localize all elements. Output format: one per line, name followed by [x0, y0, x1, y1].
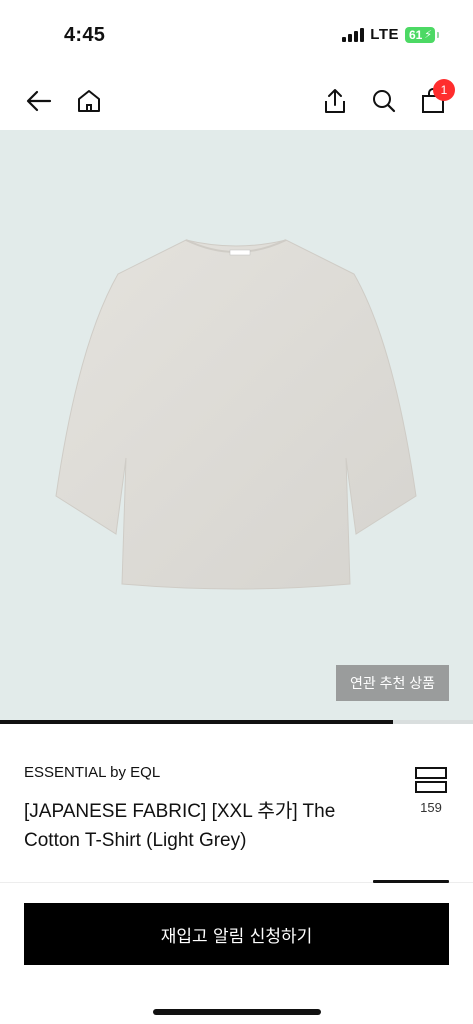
search-icon [373, 90, 396, 113]
status-bar: 4:45 LTE 61 ⚡ [0, 0, 473, 70]
signal-icon [342, 27, 365, 42]
product-image-carousel[interactable]: 연관 추천 상품 [0, 130, 473, 722]
home-icon [78, 90, 100, 112]
cart-count-badge: 1 [433, 79, 455, 101]
home-indicator [153, 1009, 321, 1015]
brand-name[interactable]: ESSENTIAL by EQL [24, 764, 160, 781]
home-button[interactable] [74, 86, 104, 116]
network-type: LTE [370, 26, 399, 43]
battery-level: 61 [409, 27, 423, 42]
restock-alert-button[interactable]: 재입고 알림 신청하기 [24, 903, 449, 965]
back-button[interactable] [24, 86, 54, 116]
search-button[interactable] [369, 86, 399, 116]
wishlist-icon[interactable] [415, 767, 447, 793]
t-shirt-image [55, 239, 417, 590]
carousel-progress [0, 720, 473, 724]
tab-indicator [373, 880, 449, 883]
arrow-left-icon [26, 90, 52, 112]
carousel-progress-fill [0, 720, 393, 724]
battery-icon: 61 ⚡ [405, 26, 439, 43]
wishlist-count: 159 [420, 800, 442, 815]
share-button[interactable] [320, 86, 350, 116]
product-title: [JAPANESE FABRIC] [XXL 추가] The Cotton T-… [24, 801, 336, 851]
status-indicators: LTE 61 ⚡ [342, 26, 439, 43]
share-icon [325, 89, 345, 113]
status-time: 4:45 [64, 24, 106, 46]
nav-bar [0, 74, 473, 130]
charging-icon: ⚡ [424, 28, 432, 41]
related-products-button[interactable]: 연관 추천 상품 [335, 665, 449, 701]
